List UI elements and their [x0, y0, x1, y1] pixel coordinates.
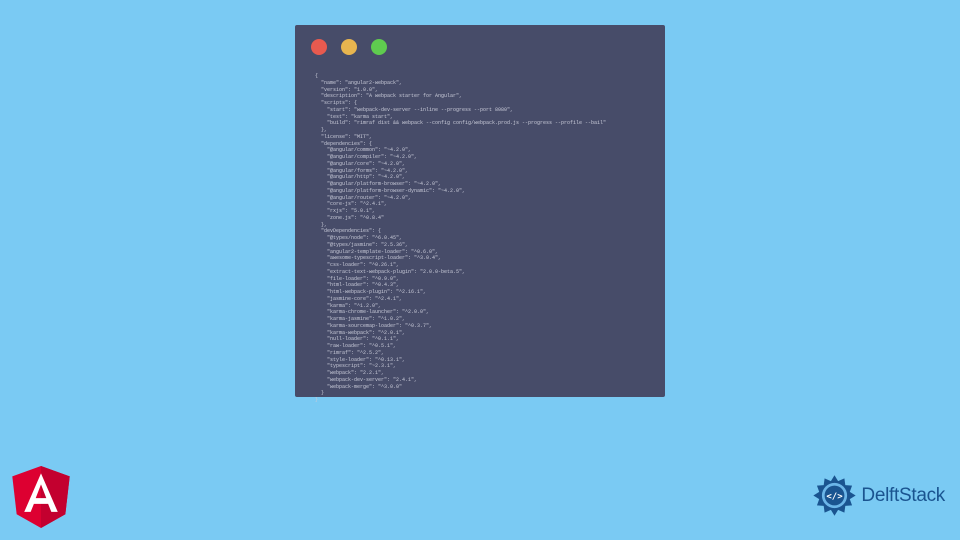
minimize-icon[interactable]	[341, 39, 357, 55]
svg-text:</>: </>	[827, 492, 844, 502]
code-content: { "name": "angular2-webpack", "version":…	[295, 69, 665, 408]
window-controls	[295, 25, 665, 69]
gear-icon: </>	[812, 473, 857, 518]
delftstack-text: DelftStack	[861, 485, 945, 507]
maximize-icon[interactable]	[371, 39, 387, 55]
close-icon[interactable]	[311, 39, 327, 55]
terminal-window: { "name": "angular2-webpack", "version":…	[295, 25, 665, 397]
delftstack-logo: </> DelftStack	[812, 473, 945, 518]
angular-logo-icon	[12, 466, 70, 528]
